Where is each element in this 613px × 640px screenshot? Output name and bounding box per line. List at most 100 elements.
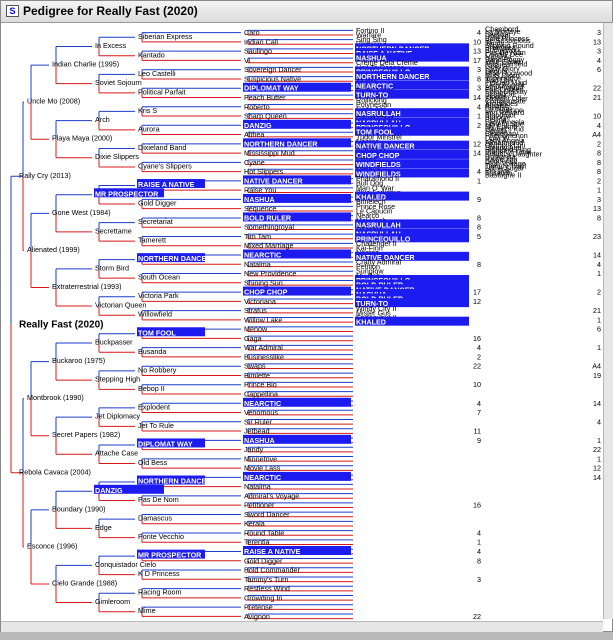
ancestor-gen4[interactable]: In Excess	[95, 41, 127, 50]
ancestor-gen5[interactable]: K D Princess	[138, 569, 180, 578]
ancestor-gen5[interactable]: Kantado	[138, 50, 165, 59]
ancestor-gen6[interactable]: Sir Ruler	[244, 417, 273, 426]
ancestor-gen6[interactable]: Kerala	[244, 519, 265, 528]
ancestor-gen6[interactable]: Indian Call	[244, 37, 278, 46]
ancestor-gen5[interactable]: Dixieland Band	[138, 143, 186, 152]
ancestor-gen6[interactable]: Movie Lass	[244, 464, 281, 473]
ancestor-gen5[interactable]: Explodent	[138, 402, 170, 411]
ancestor-gen4[interactable]: Arch	[95, 115, 110, 124]
ancestor-gen6[interactable]: Bold Commander	[244, 566, 301, 575]
ancestor-gen6[interactable]: Somethingroyal	[244, 223, 294, 232]
ancestor-gen6[interactable]: Cappellina	[244, 389, 278, 398]
ancestor-gen6[interactable]: Pretense	[244, 603, 273, 612]
ancestor-gen6[interactable]: Tammy's Turn	[244, 575, 289, 584]
ancestor-gen4[interactable]: Storm Bird	[95, 263, 129, 272]
ancestor-gen1[interactable]: Rally Cry (2013)	[19, 171, 71, 180]
ancestor-gen6[interactable]: Peach Butter	[244, 93, 286, 102]
ancestor-gen5[interactable]: Leo Castelli	[138, 69, 176, 78]
ancestor-gen6[interactable]: Sovereign Dancer	[244, 65, 302, 74]
ancestor-gen6[interactable]: Natalma	[244, 260, 271, 269]
ancestor-gen5[interactable]: Bebop II	[138, 384, 165, 393]
ancestor-gen5[interactable]: MR PROSPECTOR	[138, 551, 202, 560]
ancestor-gen3[interactable]: Indian Charlie (1995)	[52, 60, 119, 69]
ancestor-gen4[interactable]: Attache Case	[95, 449, 138, 458]
ancestor-gen5[interactable]: No Robbery	[138, 365, 177, 374]
ancestor-gen6[interactable]: Althea	[244, 130, 264, 139]
ancestor-gen5[interactable]: NORTHERN DANCER	[138, 254, 212, 263]
ancestor-gen6[interactable]: CHOP CHOP	[244, 288, 288, 297]
ancestor-gen6[interactable]: Shining Sun	[244, 278, 283, 287]
ancestor-gen6[interactable]: Mixed Marriage	[244, 241, 294, 250]
horizontal-scrollbar[interactable]	[1, 621, 603, 632]
ancestor-gen4[interactable]: Edge	[95, 523, 112, 532]
ancestor-gen4[interactable]: DANZIG	[95, 486, 123, 495]
ancestor-gen4[interactable]: Secrettame	[95, 226, 132, 235]
ancestor-gen2[interactable]: Montbrook (1990)	[27, 393, 84, 402]
ancestor-gen5[interactable]: RAISE A NATIVE	[138, 180, 195, 189]
ancestor-gen7[interactable]: KHALED	[356, 318, 386, 327]
ancestor-gen4[interactable]: Soviet Sojourn	[95, 78, 142, 87]
ancestor-gen5[interactable]: Damascus	[138, 514, 172, 523]
ancestor-gen6[interactable]: Jetbead	[244, 427, 270, 436]
ancestor-gen6[interactable]: Avignon	[244, 612, 270, 621]
ancestor-gen3[interactable]: Boundary (1990)	[52, 504, 106, 513]
ancestor-gen6[interactable]: Cyane	[244, 158, 265, 167]
ancestor-gen4[interactable]: Jet Diplomacy	[95, 412, 141, 421]
ancestor-gen4[interactable]: Dixie Slippers	[95, 152, 139, 161]
ancestor-gen6[interactable]: Natalma	[244, 482, 271, 491]
ancestor-gen6[interactable]: NATIVE DANCER	[244, 176, 303, 185]
ancestor-gen6[interactable]: DANZIG	[244, 121, 272, 130]
ancestor-gen5[interactable]: Gold Digger	[138, 199, 177, 208]
ancestor-gen5[interactable]: Victoria Park	[138, 291, 179, 300]
ancestor-gen6[interactable]: Willow Lake	[244, 315, 282, 324]
ancestor-gen6[interactable]: Jandy	[244, 445, 264, 454]
ancestor-gen6[interactable]: Menow	[244, 325, 268, 334]
ancestor-gen5[interactable]: Siberian Express	[138, 32, 193, 41]
ancestor-gen5[interactable]: Old Bess	[138, 458, 168, 467]
ancestor-gen5[interactable]: Willowfield	[138, 310, 172, 319]
ancestor-gen6[interactable]: War Admiral	[244, 343, 283, 352]
ancestor-gen1[interactable]: Rebola Cavaca (2004)	[19, 467, 91, 476]
ancestor-gen6[interactable]: Restless Wind	[244, 584, 290, 593]
ancestor-gen6[interactable]: Saulingo	[244, 47, 272, 56]
ancestor-gen4[interactable]: Stepping High	[95, 375, 140, 384]
ancestor-gen6[interactable]: Prince Bio	[244, 380, 277, 389]
ancestor-gen5[interactable]: Busanda	[138, 347, 166, 356]
ancestor-gen6[interactable]: Mississippi Mud	[244, 149, 295, 158]
ancestor-gen6[interactable]: NASHUA	[244, 436, 275, 445]
ancestor-gen5[interactable]: Secretariat	[138, 217, 173, 226]
ancestor-gen4[interactable]: Victorian Queen	[95, 300, 146, 309]
ancestor-gen6[interactable]: Gaga	[244, 334, 262, 343]
ancestor-gen4[interactable]: MR PROSPECTOR	[95, 189, 159, 198]
ancestor-gen6[interactable]: Admiral's Voyage	[244, 491, 299, 500]
ancestor-gen5[interactable]: Tamerett	[138, 236, 166, 245]
ancestor-gen6[interactable]: Bimlette	[244, 371, 270, 380]
ancestor-gen6[interactable]: Stratus	[244, 306, 267, 315]
ancestor-gen6[interactable]: NORTHERN DANCER	[244, 139, 318, 148]
ancestor-gen3[interactable]: Gone West (1984)	[52, 208, 111, 217]
ancestor-gen5[interactable]: Ponte Vecchio	[138, 532, 184, 541]
ancestor-gen6[interactable]: NEARCTIC	[244, 251, 281, 260]
ancestor-gen5[interactable]: DIPLOMAT WAY	[138, 439, 193, 448]
vertical-scrollbar[interactable]	[603, 23, 613, 619]
ancestor-gen6[interactable]: NEARCTIC	[244, 399, 281, 408]
ancestor-gen6[interactable]: Minnetrive	[244, 454, 277, 463]
subject-horse[interactable]: Really Fast (2020)	[19, 320, 104, 331]
ancestor-gen5[interactable]: Aurora	[138, 124, 160, 133]
ancestor-gen6[interactable]: Gold Digger	[244, 556, 283, 565]
ancestor-gen6[interactable]: Hot Slippers	[244, 167, 284, 176]
ancestor-gen5[interactable]: Jet To Rule	[138, 421, 174, 430]
ancestor-gen6[interactable]: Terentia	[244, 538, 270, 547]
ancestor-gen6[interactable]: Swaps	[244, 362, 266, 371]
ancestor-gen6[interactable]: Sequence	[244, 204, 276, 213]
ancestor-gen4[interactable]: Gimleroom	[95, 597, 130, 606]
ancestor-gen5[interactable]: TOM FOOL	[138, 328, 176, 337]
title-bar[interactable]: S Pedigree for Really Fast (2020)	[1, 1, 612, 23]
ancestor-gen5[interactable]: Cyane's Slippers	[138, 161, 192, 170]
ancestor-gen3[interactable]: Secret Papers (1982)	[52, 430, 120, 439]
ancestor-gen4[interactable]: Buckpasser	[95, 338, 133, 347]
ancestor-gen2[interactable]: Alienated (1999)	[27, 245, 80, 254]
ancestor-gen3[interactable]: Cielo Grande (1988)	[52, 578, 117, 587]
ancestor-gen3[interactable]: Extraterrestrial (1993)	[52, 282, 122, 291]
ancestor-gen6[interactable]: Venomous	[244, 408, 278, 417]
